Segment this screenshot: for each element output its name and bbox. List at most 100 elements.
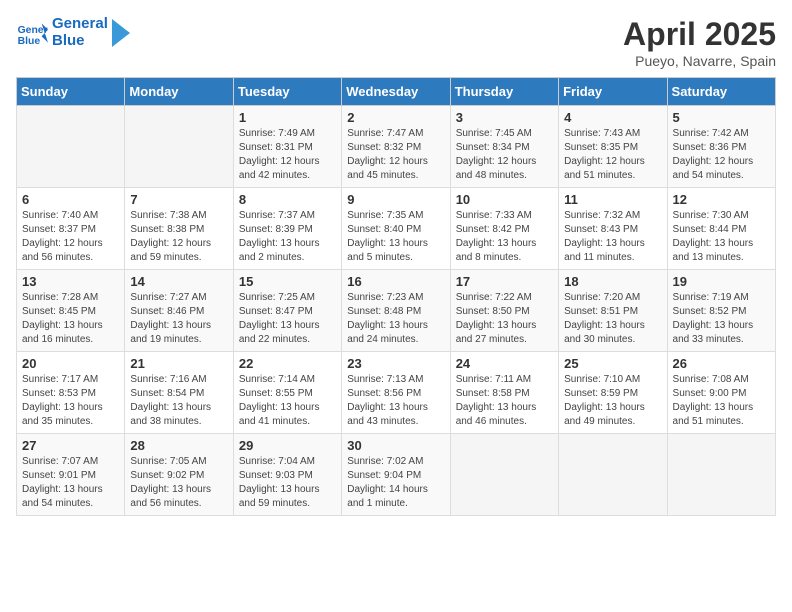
cell-info: Sunrise: 7:45 AM Sunset: 8:34 PM Dayligh… <box>456 127 553 183</box>
calendar-cell: 21 Sunrise: 7:16 AM Sunset: 8:54 PM Dayli… <box>125 352 233 434</box>
calendar-cell: 18 Sunrise: 7:20 AM Sunset: 8:51 PM Dayli… <box>559 270 667 352</box>
weekday-header-row: SundayMondayTuesdayWednesdayThursdayFrid… <box>17 78 776 106</box>
calendar-body: 1 Sunrise: 7:49 AM Sunset: 8:31 PM Daylig… <box>17 106 776 516</box>
svg-text:Blue: Blue <box>18 36 41 47</box>
cell-info: Sunrise: 7:47 AM Sunset: 8:32 PM Dayligh… <box>347 127 444 183</box>
week-row-3: 13 Sunrise: 7:28 AM Sunset: 8:45 PM Dayli… <box>17 270 776 352</box>
day-number: 27 <box>22 438 119 453</box>
calendar-cell: 17Sunrise: 7:22 AM Sunset: 8:50 PM Dayli… <box>450 270 558 352</box>
location: Pueyo, Navarre, Spain <box>623 53 776 69</box>
cell-info: Sunrise: 7:17 AM Sunset: 8:53 PM Dayligh… <box>22 373 119 429</box>
calendar-cell: 1 Sunrise: 7:49 AM Sunset: 8:31 PM Daylig… <box>233 106 341 188</box>
cell-info: Sunrise: 7:19 AM Sunset: 8:52 PM Dayligh… <box>673 291 770 347</box>
calendar-cell: 11Sunrise: 7:32 AM Sunset: 8:43 PM Dayli… <box>559 188 667 270</box>
logo-blue: Blue <box>52 33 108 50</box>
cell-info: Sunrise: 7:13 AM Sunset: 8:56 PM Dayligh… <box>347 373 444 429</box>
calendar-table: SundayMondayTuesdayWednesdayThursdayFrid… <box>16 77 776 516</box>
calendar-cell: 7 Sunrise: 7:38 AM Sunset: 8:38 PM Daylig… <box>125 188 233 270</box>
calendar-cell: 22Sunrise: 7:14 AM Sunset: 8:55 PM Dayli… <box>233 352 341 434</box>
cell-info: Sunrise: 7:22 AM Sunset: 8:50 PM Dayligh… <box>456 291 553 347</box>
calendar-cell <box>450 434 558 516</box>
day-number: 6 <box>22 192 119 207</box>
cell-info: Sunrise: 7:30 AM Sunset: 8:44 PM Dayligh… <box>673 209 770 265</box>
day-number: 16 <box>347 274 444 289</box>
weekday-header-monday: Monday <box>125 78 233 106</box>
logo-general: General <box>52 16 108 33</box>
calendar-cell: 3 Sunrise: 7:45 AM Sunset: 8:34 PM Daylig… <box>450 106 558 188</box>
weekday-header-tuesday: Tuesday <box>233 78 341 106</box>
title-block: April 2025 Pueyo, Navarre, Spain <box>623 16 776 69</box>
day-number: 12 <box>673 192 770 207</box>
cell-info: Sunrise: 7:33 AM Sunset: 8:42 PM Dayligh… <box>456 209 553 265</box>
day-number: 23 <box>347 356 444 371</box>
cell-info: Sunrise: 7:35 AM Sunset: 8:40 PM Dayligh… <box>347 209 444 265</box>
day-number: 22 <box>239 356 336 371</box>
calendar-cell: 26 Sunrise: 7:08 AM Sunset: 9:00 PM Dayli… <box>667 352 775 434</box>
day-number: 18 <box>564 274 661 289</box>
weekday-header-sunday: Sunday <box>17 78 125 106</box>
day-number: 26 <box>673 356 770 371</box>
calendar-cell <box>667 434 775 516</box>
calendar-cell: 2Sunrise: 7:47 AM Sunset: 8:32 PM Daylig… <box>342 106 450 188</box>
week-row-1: 1 Sunrise: 7:49 AM Sunset: 8:31 PM Daylig… <box>17 106 776 188</box>
day-number: 20 <box>22 356 119 371</box>
calendar-cell <box>559 434 667 516</box>
calendar-cell: 20 Sunrise: 7:17 AM Sunset: 8:53 PM Dayli… <box>17 352 125 434</box>
day-number: 9 <box>347 192 444 207</box>
cell-info: Sunrise: 7:37 AM Sunset: 8:39 PM Dayligh… <box>239 209 336 265</box>
cell-info: Sunrise: 7:28 AM Sunset: 8:45 PM Dayligh… <box>22 291 119 347</box>
cell-info: Sunrise: 7:23 AM Sunset: 8:48 PM Dayligh… <box>347 291 444 347</box>
day-number: 24 <box>456 356 553 371</box>
calendar-cell: 16 Sunrise: 7:23 AM Sunset: 8:48 PM Dayli… <box>342 270 450 352</box>
cell-info: Sunrise: 7:10 AM Sunset: 8:59 PM Dayligh… <box>564 373 661 429</box>
calendar-cell: 23 Sunrise: 7:13 AM Sunset: 8:56 PM Dayli… <box>342 352 450 434</box>
day-number: 1 <box>239 110 336 125</box>
calendar-cell: 30Sunrise: 7:02 AM Sunset: 9:04 PM Dayli… <box>342 434 450 516</box>
calendar-cell: 10Sunrise: 7:33 AM Sunset: 8:42 PM Dayli… <box>450 188 558 270</box>
calendar-cell: 9 Sunrise: 7:35 AM Sunset: 8:40 PM Daylig… <box>342 188 450 270</box>
weekday-header-friday: Friday <box>559 78 667 106</box>
day-number: 13 <box>22 274 119 289</box>
day-number: 8 <box>239 192 336 207</box>
day-number: 29 <box>239 438 336 453</box>
cell-info: Sunrise: 7:43 AM Sunset: 8:35 PM Dayligh… <box>564 127 661 183</box>
cell-info: Sunrise: 7:49 AM Sunset: 8:31 PM Dayligh… <box>239 127 336 183</box>
cell-info: Sunrise: 7:05 AM Sunset: 9:02 PM Dayligh… <box>130 455 227 511</box>
week-row-5: 27 Sunrise: 7:07 AM Sunset: 9:01 PM Dayli… <box>17 434 776 516</box>
cell-info: Sunrise: 7:38 AM Sunset: 8:38 PM Dayligh… <box>130 209 227 265</box>
cell-info: Sunrise: 7:02 AM Sunset: 9:04 PM Dayligh… <box>347 455 444 511</box>
day-number: 21 <box>130 356 227 371</box>
day-number: 7 <box>130 192 227 207</box>
calendar-cell <box>17 106 125 188</box>
calendar-cell: 4Sunrise: 7:43 AM Sunset: 8:35 PM Daylig… <box>559 106 667 188</box>
day-number: 3 <box>456 110 553 125</box>
weekday-header-wednesday: Wednesday <box>342 78 450 106</box>
cell-info: Sunrise: 7:27 AM Sunset: 8:46 PM Dayligh… <box>130 291 227 347</box>
cell-info: Sunrise: 7:08 AM Sunset: 9:00 PM Dayligh… <box>673 373 770 429</box>
calendar-cell: 12 Sunrise: 7:30 AM Sunset: 8:44 PM Dayli… <box>667 188 775 270</box>
calendar-cell: 27 Sunrise: 7:07 AM Sunset: 9:01 PM Dayli… <box>17 434 125 516</box>
calendar-cell: 5Sunrise: 7:42 AM Sunset: 8:36 PM Daylig… <box>667 106 775 188</box>
calendar-cell: 19Sunrise: 7:19 AM Sunset: 8:52 PM Dayli… <box>667 270 775 352</box>
weekday-header-thursday: Thursday <box>450 78 558 106</box>
cell-info: Sunrise: 7:07 AM Sunset: 9:01 PM Dayligh… <box>22 455 119 511</box>
calendar-cell: 24 Sunrise: 7:11 AM Sunset: 8:58 PM Dayli… <box>450 352 558 434</box>
month-title: April 2025 <box>623 16 776 53</box>
day-number: 5 <box>673 110 770 125</box>
cell-info: Sunrise: 7:16 AM Sunset: 8:54 PM Dayligh… <box>130 373 227 429</box>
page-header: General Blue General Blue April 2025 Pue… <box>16 16 776 69</box>
calendar-cell: 28Sunrise: 7:05 AM Sunset: 9:02 PM Dayli… <box>125 434 233 516</box>
calendar-cell: 25 Sunrise: 7:10 AM Sunset: 8:59 PM Dayli… <box>559 352 667 434</box>
calendar-cell: 8 Sunrise: 7:37 AM Sunset: 8:39 PM Daylig… <box>233 188 341 270</box>
weekday-header-saturday: Saturday <box>667 78 775 106</box>
cell-info: Sunrise: 7:04 AM Sunset: 9:03 PM Dayligh… <box>239 455 336 511</box>
calendar-cell: 14 Sunrise: 7:27 AM Sunset: 8:46 PM Dayli… <box>125 270 233 352</box>
cell-info: Sunrise: 7:11 AM Sunset: 8:58 PM Dayligh… <box>456 373 553 429</box>
day-number: 25 <box>564 356 661 371</box>
calendar-cell: 13 Sunrise: 7:28 AM Sunset: 8:45 PM Dayli… <box>17 270 125 352</box>
day-number: 15 <box>239 274 336 289</box>
cell-info: Sunrise: 7:20 AM Sunset: 8:51 PM Dayligh… <box>564 291 661 347</box>
cell-info: Sunrise: 7:32 AM Sunset: 8:43 PM Dayligh… <box>564 209 661 265</box>
logo-arrow-icon <box>112 19 130 47</box>
day-number: 14 <box>130 274 227 289</box>
